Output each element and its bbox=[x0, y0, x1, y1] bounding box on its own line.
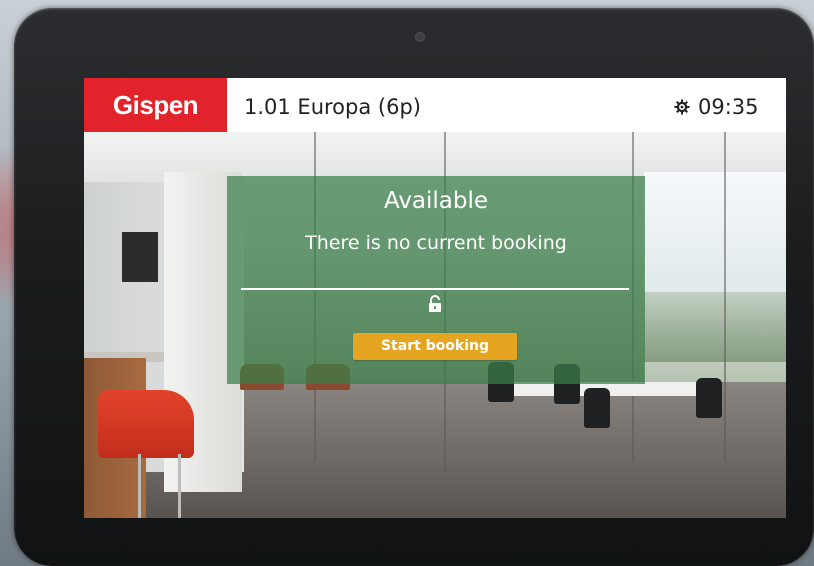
office-chair bbox=[696, 378, 722, 418]
chair-leg bbox=[178, 454, 181, 518]
availability-status: Available bbox=[383, 188, 489, 214]
gispen-logo: Gispen bbox=[84, 78, 227, 132]
chair-leg bbox=[138, 454, 141, 518]
header-bar: Gispen 1.01 Europa (6p) 09:35 bbox=[84, 78, 786, 132]
tablet-device: Gispen 1.01 Europa (6p) 09:35 Available … bbox=[14, 8, 814, 566]
wall-screen bbox=[122, 232, 158, 282]
meeting-table bbox=[514, 382, 714, 396]
clock-time: 09:35 bbox=[698, 95, 759, 119]
trees-outside bbox=[644, 292, 786, 362]
gear-icon[interactable] bbox=[674, 99, 690, 115]
office-chair bbox=[584, 388, 610, 428]
start-booking-button[interactable]: Start booking bbox=[353, 333, 517, 360]
glass-wall-frame bbox=[724, 132, 726, 462]
red-chair bbox=[98, 390, 194, 458]
screen: Gispen 1.01 Europa (6p) 09:35 Available … bbox=[84, 78, 786, 518]
availability-panel: Available There is no current booking St… bbox=[227, 176, 645, 384]
unlocked-padlock-icon bbox=[429, 295, 441, 312]
divider bbox=[241, 288, 629, 290]
room-title: 1.01 Europa (6p) bbox=[244, 95, 421, 119]
camera-lens bbox=[415, 32, 425, 42]
booking-message: There is no current booking bbox=[305, 232, 567, 254]
